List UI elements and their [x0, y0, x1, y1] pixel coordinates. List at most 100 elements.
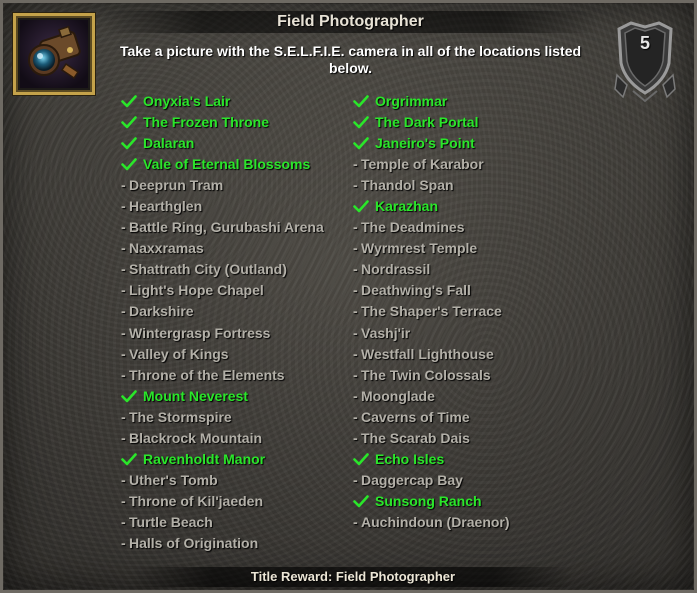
- criteria-item: Mount Neverest: [121, 386, 324, 407]
- achievement-description: Take a picture with the S.E.L.F.I.E. cam…: [119, 43, 582, 76]
- dash-marker: -: [121, 303, 126, 320]
- criteria-label: Karazhan: [375, 198, 439, 215]
- dash-marker: -: [353, 156, 358, 173]
- criteria-item: - Uther's Tomb: [121, 470, 324, 491]
- dash-marker: -: [353, 219, 358, 236]
- criteria-item: Orgrimmar: [353, 91, 510, 112]
- dash-marker: -: [121, 177, 126, 194]
- criteria-label: The Twin Colossals: [361, 366, 491, 383]
- dash-marker: -: [121, 408, 126, 425]
- criteria-item: - The Shaper's Terrace: [353, 301, 510, 322]
- criteria-label: Onyxia's Lair: [143, 93, 231, 110]
- criteria-item: The Frozen Throne: [121, 112, 324, 133]
- criteria-item: - Vashj'ir: [353, 323, 510, 344]
- criteria-item: - The Deadmines: [353, 217, 510, 238]
- criteria-label: The Shaper's Terrace: [361, 303, 502, 320]
- criteria-item: Vale of Eternal Blossoms: [121, 154, 324, 175]
- criteria-label: Wyrmrest Temple: [361, 240, 478, 257]
- criteria-item: - Darkshire: [121, 301, 324, 322]
- criteria-item: - Auchindoun (Draenor): [353, 512, 510, 533]
- criteria-item: - Hearthglen: [121, 196, 324, 217]
- criteria-item: - Shattrath City (Outland): [121, 259, 324, 280]
- criteria-item: - Light's Hope Chapel: [121, 280, 324, 301]
- dash-marker: -: [121, 429, 126, 446]
- criteria-item: The Dark Portal: [353, 112, 510, 133]
- criteria-label: Thandol Span: [361, 177, 454, 194]
- dash-marker: -: [353, 282, 358, 299]
- checkmark-icon: [353, 495, 375, 508]
- criteria-item: - Nordrassil: [353, 259, 510, 280]
- criteria-label: Blackrock Mountain: [129, 429, 263, 446]
- reward-bar: Title Reward: Field Photographer: [133, 567, 573, 587]
- criteria-label: Daggercap Bay: [361, 471, 463, 488]
- criteria-item: Onyxia's Lair: [121, 91, 324, 112]
- dash-marker: -: [121, 219, 126, 236]
- title-reward: Title Reward: Field Photographer: [250, 569, 456, 584]
- criteria-item: - Temple of Karabor: [353, 154, 510, 175]
- criteria-label: Vale of Eternal Blossoms: [143, 156, 311, 173]
- dash-marker: -: [121, 345, 126, 362]
- criteria-label: Uther's Tomb: [129, 471, 218, 488]
- criteria-item: Echo Isles: [353, 449, 510, 470]
- criteria-item: - Wintergrasp Fortress: [121, 323, 324, 344]
- criteria-label: Hearthglen: [129, 198, 203, 215]
- dash-marker: -: [121, 492, 126, 509]
- criteria-label: The Deadmines: [361, 219, 465, 236]
- criteria-item: - Turtle Beach: [121, 512, 324, 533]
- criteria-label: Naxxramas: [129, 240, 204, 257]
- criteria-label: Auchindoun (Draenor): [361, 513, 510, 530]
- dash-marker: -: [121, 198, 126, 215]
- achievement-icon-frame: [13, 13, 95, 95]
- dash-marker: -: [353, 345, 358, 362]
- criteria-item: - Deathwing's Fall: [353, 280, 510, 301]
- dash-marker: -: [353, 240, 358, 257]
- criteria-label: Shattrath City (Outland): [129, 261, 287, 278]
- criteria-label: Westfall Lighthouse: [361, 345, 494, 362]
- checkmark-icon: [121, 158, 143, 171]
- criteria-label: Valley of Kings: [129, 345, 229, 362]
- points-shield-icon: [614, 21, 676, 103]
- criteria-item: - Thandol Span: [353, 175, 510, 196]
- criteria-column-left: Onyxia's Lair The Frozen Throne Dalaran Val…: [121, 91, 324, 554]
- criteria-item: Dalaran: [121, 133, 324, 154]
- dash-marker: -: [121, 240, 126, 257]
- criteria-item: - The Twin Colossals: [353, 365, 510, 386]
- criteria-item: - Caverns of Time: [353, 407, 510, 428]
- dash-marker: -: [121, 471, 126, 488]
- criteria-label: Sunsong Ranch: [375, 492, 482, 509]
- criteria-item: - Throne of Kil'jaeden: [121, 491, 324, 512]
- criteria-label: Orgrimmar: [375, 93, 448, 110]
- criteria-item: - Valley of Kings: [121, 344, 324, 365]
- criteria-label: Wintergrasp Fortress: [129, 324, 271, 341]
- achievement-panel: Field Photographer Take a picture with t…: [0, 0, 697, 593]
- criteria-label: Throne of Kil'jaeden: [129, 492, 264, 509]
- checkmark-icon: [353, 453, 375, 466]
- criteria-item: - Westfall Lighthouse: [353, 344, 510, 365]
- checkmark-icon: [353, 137, 375, 150]
- criteria-item: - Daggercap Bay: [353, 470, 510, 491]
- criteria-label: Dalaran: [143, 135, 195, 152]
- checkmark-icon: [121, 453, 143, 466]
- dash-marker: -: [353, 324, 358, 341]
- dash-marker: -: [353, 513, 358, 530]
- dash-marker: -: [353, 303, 358, 320]
- criteria-label: Vashj'ir: [361, 324, 411, 341]
- criteria-label: The Scarab Dais: [361, 429, 470, 446]
- criteria-item: Sunsong Ranch: [353, 491, 510, 512]
- dash-marker: -: [353, 471, 358, 488]
- title-bar: Field Photographer: [103, 11, 598, 33]
- checkmark-icon: [353, 200, 375, 213]
- criteria-label: The Frozen Throne: [143, 114, 269, 131]
- criteria-item: - Blackrock Mountain: [121, 428, 324, 449]
- criteria-item: Ravenholdt Manor: [121, 449, 324, 470]
- criteria-item: - The Stormspire: [121, 407, 324, 428]
- criteria-label: Battle Ring, Gurubashi Arena: [129, 219, 324, 236]
- checkmark-icon: [121, 137, 143, 150]
- checkmark-icon: [353, 95, 375, 108]
- criteria-item: - Battle Ring, Gurubashi Arena: [121, 217, 324, 238]
- criteria-label: Darkshire: [129, 303, 194, 320]
- dash-marker: -: [121, 535, 126, 551]
- checkmark-icon: [121, 95, 143, 108]
- achievement-title: Field Photographer: [277, 13, 424, 30]
- criteria-label: Turtle Beach: [129, 513, 213, 530]
